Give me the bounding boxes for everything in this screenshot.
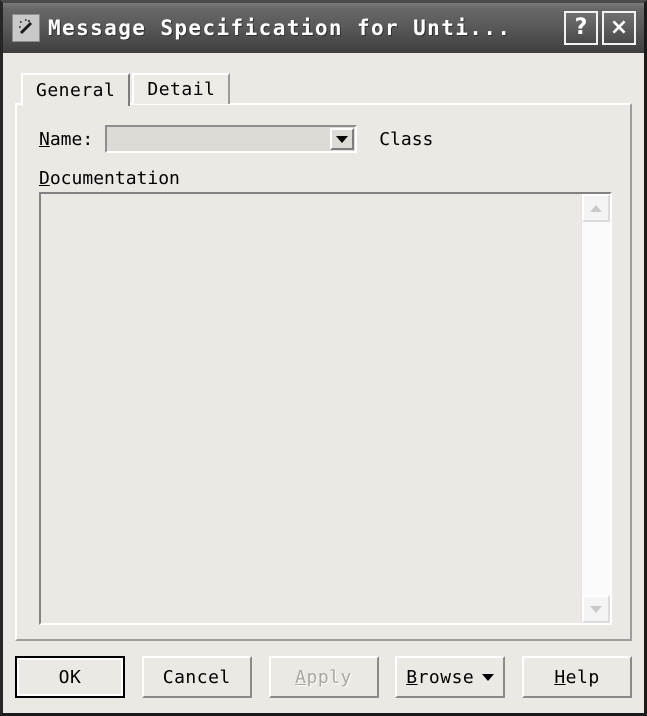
caret-down-icon [482, 673, 495, 681]
documentation-scrollbar[interactable] [581, 194, 610, 623]
apply-button[interactable]: Apply [268, 656, 379, 698]
tab-strip: General Detail [21, 73, 231, 106]
name-row: Name: Class [39, 125, 610, 153]
cancel-button[interactable]: Cancel [141, 656, 252, 698]
documentation-label-rest: ocumentation [49, 168, 180, 189]
scroll-up-arrow-icon[interactable] [582, 194, 610, 222]
help-accelerator: H [554, 666, 566, 688]
documentation-input[interactable] [41, 194, 581, 623]
close-icon[interactable]: × [602, 11, 636, 45]
window-title: Message Specification for Unti... [48, 16, 512, 40]
browse-accelerator: B [406, 666, 418, 688]
apply-label-rest: pply [306, 666, 352, 688]
apply-accelerator: A [295, 666, 307, 688]
browse-button[interactable]: Browse [395, 656, 506, 698]
message-specification-dialog: Message Specification for Unti... ? × Ge… [0, 0, 647, 716]
dialog-body: General Detail Name: Class Documentation [3, 53, 644, 713]
tab-general-label: General [36, 80, 116, 101]
name-label-accelerator: N [39, 128, 50, 150]
name-label-rest: ame: [49, 128, 94, 150]
chevron-down-glyph [336, 135, 349, 143]
window-controls: ? × [564, 11, 636, 45]
help-button[interactable]: Help [522, 656, 632, 698]
scroll-up-glyph [590, 204, 602, 212]
tab-detail-label: Detail [147, 79, 216, 100]
help-titlebar-button[interactable]: ? [564, 11, 598, 45]
documentation-label-accelerator: D [39, 168, 50, 189]
chevron-down-icon[interactable] [330, 128, 355, 150]
tab-detail[interactable]: Detail [132, 73, 231, 104]
documentation-label: Documentation [39, 168, 180, 189]
magic-wand-icon [12, 14, 40, 42]
scrollbar-track[interactable] [582, 222, 610, 595]
name-combobox[interactable] [105, 125, 358, 153]
scroll-down-arrow-icon[interactable] [582, 595, 610, 623]
help-label-rest: elp [565, 666, 600, 688]
browse-label-rest: rowse [417, 666, 475, 688]
button-bar: OK Cancel Apply Browse Help [15, 651, 632, 703]
scroll-down-glyph [590, 605, 602, 613]
title-bar: Message Specification for Unti... ? × [3, 3, 644, 53]
general-tab-panel: Name: Class Documentation [15, 103, 632, 641]
documentation-box [39, 192, 612, 625]
ok-button[interactable]: OK [15, 656, 125, 698]
class-label: Class [379, 128, 434, 150]
name-label: Name: [39, 129, 93, 150]
tab-general[interactable]: General [21, 73, 131, 106]
